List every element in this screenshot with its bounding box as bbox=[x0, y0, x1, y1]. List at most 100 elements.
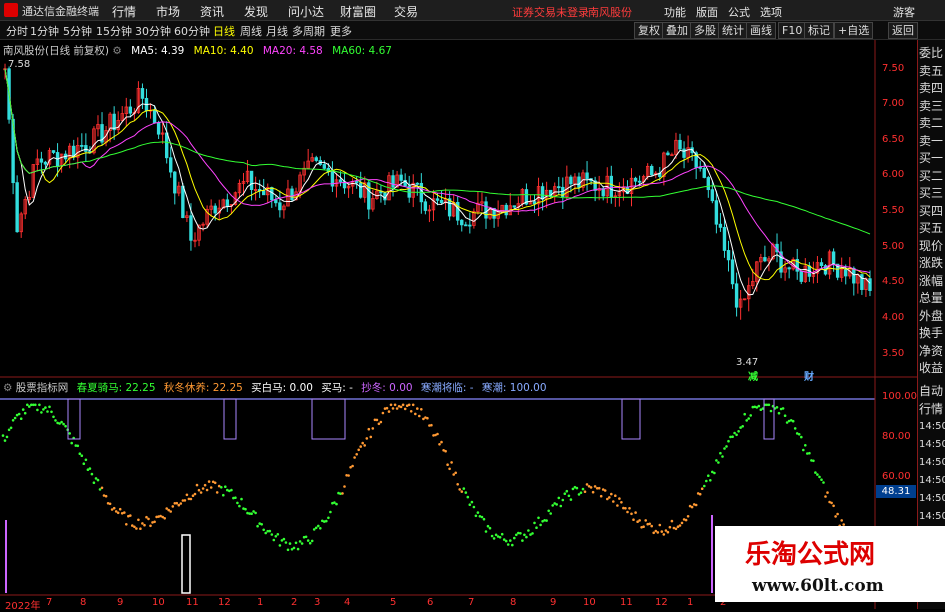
oscillator-point bbox=[700, 487, 704, 491]
oscillator-point bbox=[104, 494, 108, 498]
candle-body bbox=[128, 106, 133, 114]
sidebar-field[interactable]: 卖四 bbox=[919, 81, 943, 95]
menu-news[interactable]: 资讯 bbox=[200, 3, 224, 20]
period-intraday[interactable]: 分时 bbox=[6, 23, 28, 39]
oscillator-point bbox=[306, 539, 310, 542]
menu-discover[interactable]: 发现 bbox=[244, 3, 268, 20]
oscillator-point bbox=[264, 531, 268, 535]
oscillator-point bbox=[551, 504, 554, 507]
oscillator-point bbox=[494, 533, 498, 537]
oscillator-point bbox=[656, 531, 660, 534]
sidebar-tick-time[interactable]: 14:50 bbox=[919, 474, 945, 488]
oscillator-point bbox=[506, 543, 510, 546]
period-5min[interactable]: 5分钟 bbox=[63, 23, 92, 39]
menu-market-quotes[interactable]: 行情 bbox=[112, 3, 136, 20]
period-more[interactable]: 更多 bbox=[330, 23, 352, 39]
oscillator-point bbox=[116, 511, 120, 515]
sidebar-tick-time[interactable]: 自动 bbox=[919, 384, 943, 398]
menu-wealth-circle[interactable]: 财富圈 bbox=[340, 3, 376, 20]
oscillator-point bbox=[585, 483, 589, 486]
oscillator-point bbox=[626, 510, 629, 514]
sidebar-field[interactable]: 买四 bbox=[919, 204, 943, 218]
sidebar-field[interactable]: 涨跌 bbox=[919, 256, 943, 270]
oscillator-point bbox=[583, 490, 587, 494]
sidebar-tick-time[interactable]: 14:50 bbox=[919, 492, 945, 506]
price-tick: 6.50 bbox=[882, 133, 905, 145]
chart-canvas[interactable] bbox=[0, 40, 917, 609]
settings-gear-icon[interactable]: ⚙ bbox=[3, 382, 12, 394]
sidebar-field[interactable]: 卖二 bbox=[919, 116, 943, 130]
sidebar-tick-time[interactable]: 14:50 bbox=[919, 456, 945, 470]
finance-icon[interactable]: 财 bbox=[804, 368, 814, 383]
menu-function[interactable]: 功能 bbox=[664, 4, 686, 20]
sidebar-field[interactable]: 买三 bbox=[919, 186, 943, 200]
candle-body bbox=[726, 250, 731, 261]
oscillator-point bbox=[260, 523, 264, 526]
period-daily[interactable]: 日线 bbox=[213, 23, 235, 39]
period-monthly[interactable]: 月线 bbox=[266, 23, 288, 39]
sidebar-tick-time[interactable]: 行情 bbox=[919, 402, 943, 416]
sidebar-field[interactable]: 外盘 bbox=[919, 309, 943, 323]
oscillator-point bbox=[650, 524, 653, 528]
period-weekly[interactable]: 周线 bbox=[240, 23, 262, 39]
sidebar-field[interactable]: 换手 bbox=[919, 326, 943, 340]
candle-body bbox=[112, 113, 116, 131]
oscillator-point bbox=[662, 533, 666, 536]
sidebar-field[interactable]: 卖五 bbox=[919, 64, 943, 78]
oscillator-point bbox=[797, 433, 801, 436]
sidebar-field[interactable]: 买五 bbox=[919, 221, 943, 235]
sidebar-field[interactable]: 委比 bbox=[919, 46, 943, 60]
oscillator-point bbox=[163, 517, 166, 520]
menu-wenxiaoda[interactable]: 问小达 bbox=[288, 3, 324, 20]
sidebar-tick-time[interactable]: 14:50 bbox=[919, 510, 945, 524]
sidebar-tick-time[interactable]: 14:50 bbox=[919, 438, 945, 452]
back-button[interactable]: 返回 bbox=[888, 22, 918, 39]
menu-options[interactable]: 选项 bbox=[760, 4, 782, 20]
sidebar-field[interactable]: 总量 bbox=[919, 291, 943, 305]
f10-button[interactable]: F10 bbox=[778, 22, 807, 39]
oscillator-point bbox=[278, 544, 282, 547]
oscillator-point bbox=[511, 543, 514, 547]
sidebar-field[interactable]: 收益 bbox=[919, 361, 943, 375]
overlay-button[interactable]: 叠加 bbox=[662, 22, 692, 39]
menu-trade[interactable]: 交易 bbox=[394, 3, 418, 20]
mark-button[interactable]: 标记 bbox=[804, 22, 834, 39]
period-60min[interactable]: 60分钟 bbox=[174, 23, 210, 39]
indicator-tick: 100.00 bbox=[882, 391, 917, 402]
sidebar-field[interactable]: 涨幅 bbox=[919, 274, 943, 288]
sidebar-field[interactable]: 买二 bbox=[919, 169, 943, 183]
oscillator-point bbox=[531, 532, 534, 535]
multi-stock-button[interactable]: 多股 bbox=[690, 22, 720, 39]
sidebar-field[interactable]: 净资 bbox=[919, 344, 943, 358]
period-1min[interactable]: 1分钟 bbox=[30, 23, 59, 39]
sidebar-tick-time[interactable]: 14:50 bbox=[919, 420, 945, 434]
menu-layout[interactable]: 版面 bbox=[696, 4, 718, 20]
oscillator-point bbox=[395, 407, 399, 410]
oscillator-point bbox=[34, 403, 37, 407]
period-30min[interactable]: 30分钟 bbox=[135, 23, 171, 39]
sidebar-field[interactable]: 卖三 bbox=[919, 99, 943, 113]
settings-gear-icon[interactable]: ⚙ bbox=[112, 45, 121, 57]
add-favorite-button[interactable]: +自选 bbox=[834, 22, 874, 39]
candle-body bbox=[43, 161, 48, 165]
sidebar-field[interactable]: 现价 bbox=[919, 239, 943, 253]
reduce-icon[interactable]: 减 bbox=[748, 368, 758, 383]
indicator-cold-coming: 寒潮将临: - bbox=[420, 382, 474, 394]
adjust-button[interactable]: 复权 bbox=[634, 22, 664, 39]
ma10-line bbox=[4, 68, 871, 281]
indicator-bottom-fish: 抄冬: 0.00 bbox=[361, 382, 413, 394]
period-15min[interactable]: 15分钟 bbox=[96, 23, 132, 39]
sidebar-field[interactable]: 卖一 bbox=[919, 134, 943, 148]
period-multi[interactable]: 多周期 bbox=[292, 23, 325, 39]
menu-market[interactable]: 市场 bbox=[156, 3, 180, 20]
draw-line-button[interactable]: 画线 bbox=[746, 22, 776, 39]
user-guest[interactable]: 游客 bbox=[893, 4, 915, 20]
oscillator-point bbox=[294, 541, 298, 545]
statistics-button[interactable]: 统计 bbox=[718, 22, 748, 39]
oscillator-point bbox=[644, 519, 647, 522]
candle-body bbox=[181, 185, 185, 218]
menu-formula[interactable]: 公式 bbox=[728, 4, 750, 20]
sidebar-field[interactable]: 买一 bbox=[919, 151, 943, 165]
login-status[interactable]: 证券交易未登录 bbox=[512, 4, 589, 20]
oscillator-point bbox=[717, 461, 720, 464]
